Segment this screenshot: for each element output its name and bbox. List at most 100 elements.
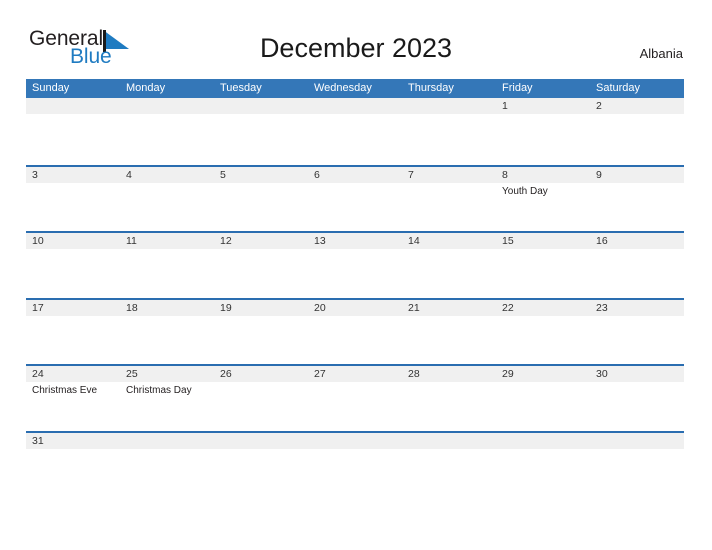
day-cell[interactable]: 8 Youth Day <box>496 167 590 232</box>
day-number: 31 <box>32 434 44 447</box>
day-cell[interactable] <box>496 433 590 464</box>
weekday-thursday: Thursday <box>408 82 454 94</box>
day-number <box>32 98 120 114</box>
day-cell[interactable] <box>26 98 120 165</box>
day-cell[interactable]: 1 <box>496 98 590 165</box>
calendar-grid: Sunday Monday Tuesday Wednesday Thursday… <box>26 79 684 464</box>
day-cell[interactable]: 10 <box>26 233 120 298</box>
day-cell[interactable] <box>308 98 402 165</box>
day-number <box>126 433 214 449</box>
day-number <box>596 433 684 449</box>
day-cell[interactable] <box>402 98 496 165</box>
day-number <box>502 433 590 449</box>
day-number: 27 <box>314 368 326 381</box>
day-cell[interactable]: 30 <box>590 366 684 431</box>
weekday-wednesday: Wednesday <box>314 82 372 94</box>
day-number: 16 <box>596 235 608 248</box>
day-number: 9 <box>596 168 602 181</box>
day-cell[interactable]: 29 <box>496 366 590 431</box>
day-event: Youth Day <box>502 185 548 197</box>
day-cell[interactable]: 15 <box>496 233 590 298</box>
day-cell[interactable]: 26 <box>214 366 308 431</box>
day-number: 2 <box>596 100 602 112</box>
weekday-header-row: Sunday Monday Tuesday Wednesday Thursday… <box>26 79 684 98</box>
day-cell[interactable] <box>120 98 214 165</box>
day-cell[interactable]: 22 <box>496 300 590 365</box>
day-number: 5 <box>220 168 226 181</box>
day-number: 25 <box>126 368 138 381</box>
day-number: 17 <box>32 301 44 314</box>
day-cell[interactable]: 14 <box>402 233 496 298</box>
day-cell[interactable]: 17 <box>26 300 120 365</box>
day-cell[interactable]: 16 <box>590 233 684 298</box>
day-cell[interactable]: 31 <box>26 433 120 464</box>
day-number: 19 <box>220 301 232 314</box>
day-number <box>314 433 402 449</box>
day-cell[interactable] <box>120 433 214 464</box>
day-number: 23 <box>596 301 608 314</box>
day-cell[interactable]: 19 <box>214 300 308 365</box>
day-cell[interactable]: 2 <box>590 98 684 165</box>
day-number <box>220 433 308 449</box>
day-number: 11 <box>126 235 137 248</box>
day-number: 10 <box>32 235 44 248</box>
day-number <box>220 98 308 114</box>
day-number: 21 <box>408 301 420 314</box>
day-number: 26 <box>220 368 232 381</box>
day-number: 30 <box>596 368 608 381</box>
week-row: 3 4 5 6 7 8 Youth Day 9 <box>26 164 684 232</box>
day-cell[interactable]: 25 Christmas Day <box>120 366 214 431</box>
day-cell[interactable]: 18 <box>120 300 214 365</box>
day-cell[interactable]: 11 <box>120 233 214 298</box>
day-cell[interactable]: 20 <box>308 300 402 365</box>
week-row: 1 2 <box>26 98 684 165</box>
day-cell[interactable]: 6 <box>308 167 402 232</box>
day-number: 20 <box>314 301 326 314</box>
day-number: 7 <box>408 168 414 181</box>
day-cell[interactable]: 3 <box>26 167 120 232</box>
day-cell[interactable]: 4 <box>120 167 214 232</box>
day-cell[interactable]: 21 <box>402 300 496 365</box>
day-cell[interactable]: 27 <box>308 366 402 431</box>
day-number <box>408 98 496 114</box>
page-header: General Blue December 2023 Albania <box>0 0 712 67</box>
day-number: 28 <box>408 368 420 381</box>
day-number: 12 <box>220 235 232 248</box>
weekday-tuesday: Tuesday <box>220 82 262 94</box>
day-cell[interactable]: 28 <box>402 366 496 431</box>
day-number: 29 <box>502 368 514 381</box>
day-number: 6 <box>314 168 320 181</box>
day-event: Christmas Day <box>126 385 192 397</box>
day-number: 18 <box>126 301 138 314</box>
day-cell[interactable]: 12 <box>214 233 308 298</box>
day-number <box>314 98 402 114</box>
day-cell[interactable]: 7 <box>402 167 496 232</box>
day-number: 1 <box>502 100 508 112</box>
weekday-monday: Monday <box>126 82 166 94</box>
day-cell[interactable]: 13 <box>308 233 402 298</box>
week-row: 24 Christmas Eve 25 Christmas Day 26 27 … <box>26 364 684 431</box>
day-cell[interactable] <box>214 433 308 464</box>
weekday-sunday: Sunday <box>32 82 70 94</box>
day-number: 13 <box>314 235 326 248</box>
day-cell[interactable]: 24 Christmas Eve <box>26 366 120 431</box>
day-cell[interactable] <box>308 433 402 464</box>
week-row: 10 11 12 13 14 15 16 <box>26 231 684 298</box>
day-cell[interactable] <box>402 433 496 464</box>
day-event: Christmas Eve <box>32 385 98 397</box>
day-number: 4 <box>126 168 132 181</box>
day-cell[interactable] <box>214 98 308 165</box>
day-number <box>126 98 214 114</box>
day-number: 3 <box>32 168 38 181</box>
day-cell[interactable]: 9 <box>590 167 684 232</box>
week-row: 17 18 19 20 21 22 23 <box>26 297 684 365</box>
country-label: Albania <box>639 46 683 61</box>
day-number: 14 <box>408 235 420 248</box>
weekday-saturday: Saturday <box>596 82 641 94</box>
page-title: December 2023 <box>259 33 453 63</box>
day-cell[interactable]: 5 <box>214 167 308 232</box>
day-cell[interactable] <box>590 433 684 464</box>
day-number: 15 <box>502 235 514 248</box>
day-number: 8 <box>502 168 508 181</box>
day-cell[interactable]: 23 <box>590 300 684 365</box>
